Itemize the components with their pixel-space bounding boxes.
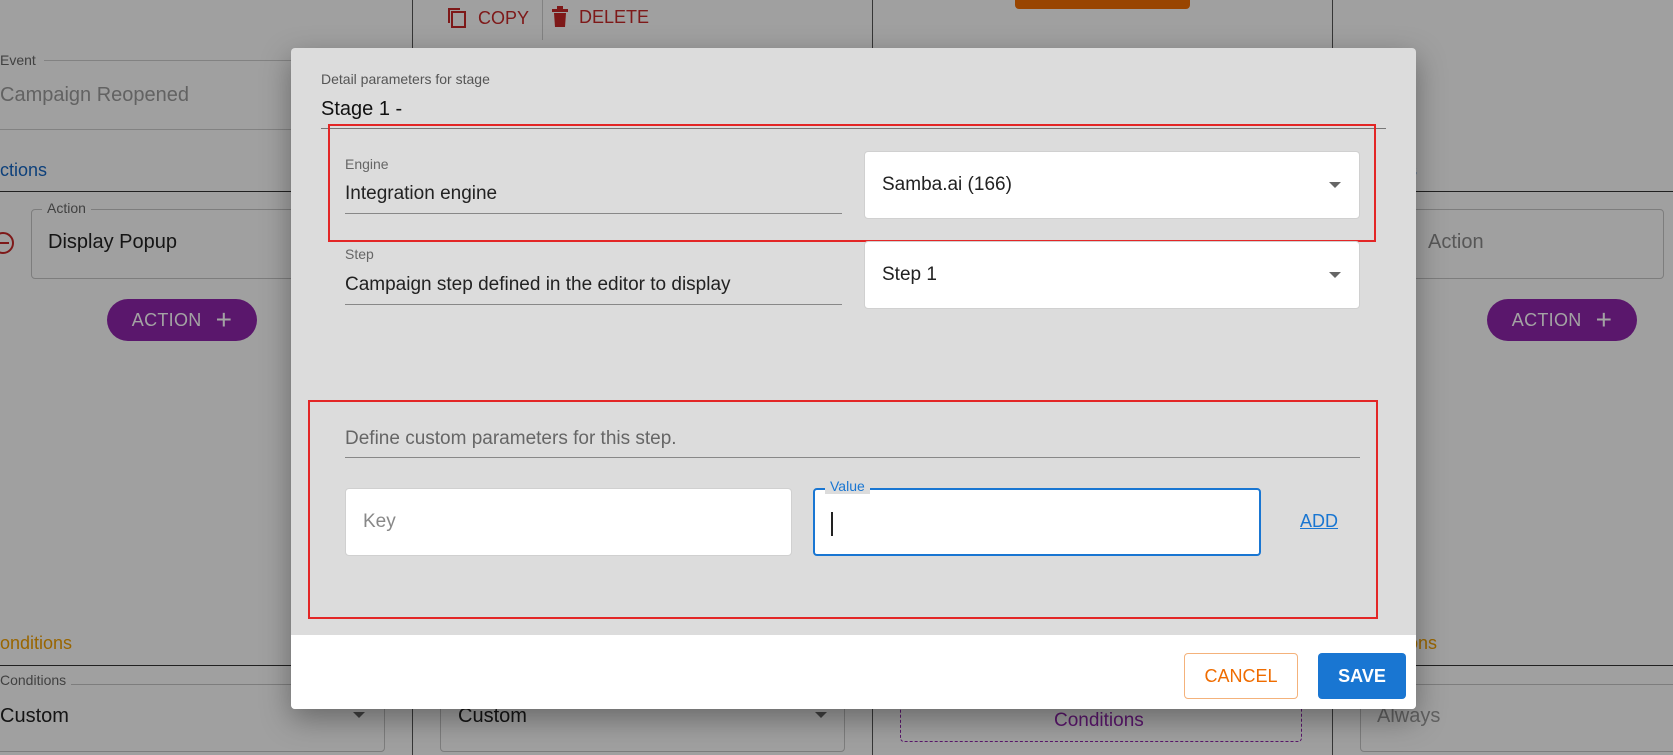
save-button[interactable]: SAVE [1318, 653, 1406, 699]
custom-params-highlight-box [308, 400, 1378, 619]
step-label: Step [345, 246, 374, 262]
engine-highlight-box [328, 124, 1376, 242]
step-description: Campaign step defined in the editor to d… [345, 274, 731, 295]
stage-parameters-dialog: Detail parameters for stage Stage 1 - En… [291, 48, 1416, 709]
step-underline [345, 304, 842, 305]
step-select[interactable]: Step 1 [864, 241, 1360, 309]
step-selected-value: Step 1 [882, 264, 937, 285]
cancel-button[interactable]: CANCEL [1184, 653, 1298, 699]
chevron-down-icon [1329, 272, 1341, 278]
stage-title: Stage 1 - [321, 98, 403, 120]
dialog-caption: Detail parameters for stage [321, 71, 490, 87]
